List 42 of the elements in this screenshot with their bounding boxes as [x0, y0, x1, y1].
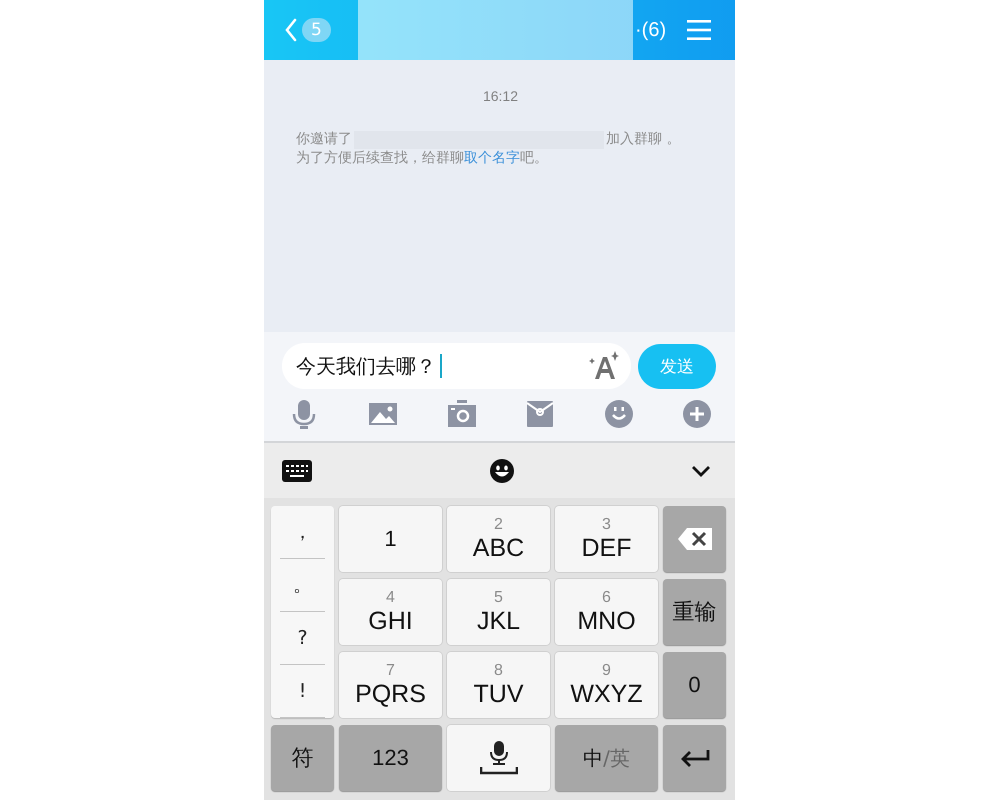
- system-message: 为了方便后续查找，给群聊取个名字吧。: [296, 149, 549, 168]
- plus-icon[interactable]: [682, 399, 711, 429]
- menu-icon[interactable]: [687, 19, 711, 41]
- punctuation-key[interactable]: !: [280, 665, 325, 718]
- function-key[interactable]: 123: [339, 725, 442, 791]
- punctuation-key[interactable]: ，: [280, 506, 325, 559]
- letter-key[interactable]: 6 MNO: [555, 579, 658, 645]
- letter-key[interactable]: 8 TUV: [447, 652, 550, 718]
- letter-key[interactable]: 9 WXYZ: [555, 652, 658, 718]
- space-key[interactable]: [447, 725, 550, 791]
- function-key[interactable]: 0: [663, 652, 726, 718]
- text-caret: [440, 354, 442, 378]
- smiley-icon[interactable]: [604, 399, 633, 429]
- function-key[interactable]: 重输: [663, 579, 726, 645]
- system-message: 加入群聊 。: [606, 130, 680, 149]
- keyboard-icon[interactable]: [282, 460, 312, 482]
- enter-key[interactable]: [663, 725, 726, 791]
- font-style-icon[interactable]: [589, 351, 619, 381]
- timestamp: 16:12: [482, 88, 520, 104]
- enter-icon: [680, 749, 710, 767]
- back-icon[interactable]: [284, 18, 298, 42]
- envelope-icon[interactable]: [526, 399, 554, 429]
- chevron-down-icon[interactable]: [691, 464, 711, 476]
- unread-badge: 5: [302, 18, 331, 42]
- punctuation-key[interactable]: ?: [280, 612, 325, 665]
- letter-key[interactable]: 4 GHI: [339, 579, 442, 645]
- microphone-space-icon: [480, 741, 518, 775]
- emoji-icon[interactable]: [488, 458, 514, 484]
- letter-key[interactable]: 7 PQRS: [339, 652, 442, 718]
- backspace-icon: [678, 528, 712, 550]
- language-key[interactable]: 中/英: [555, 725, 658, 791]
- punctuation-key[interactable]: 。: [280, 559, 325, 612]
- letter-key[interactable]: 2 ABC: [447, 506, 550, 572]
- message-input[interactable]: 今天我们去哪？: [282, 343, 631, 389]
- letter-key[interactable]: 3 DEF: [555, 506, 658, 572]
- digit-key[interactable]: 1: [339, 506, 442, 572]
- camera-icon[interactable]: [448, 399, 476, 429]
- delete-key[interactable]: [663, 506, 726, 572]
- system-message: 你邀请了: [296, 130, 352, 149]
- letter-key[interactable]: 5 JKL: [447, 579, 550, 645]
- function-key[interactable]: 符: [271, 725, 334, 791]
- chat-title: ·(6): [635, 18, 666, 42]
